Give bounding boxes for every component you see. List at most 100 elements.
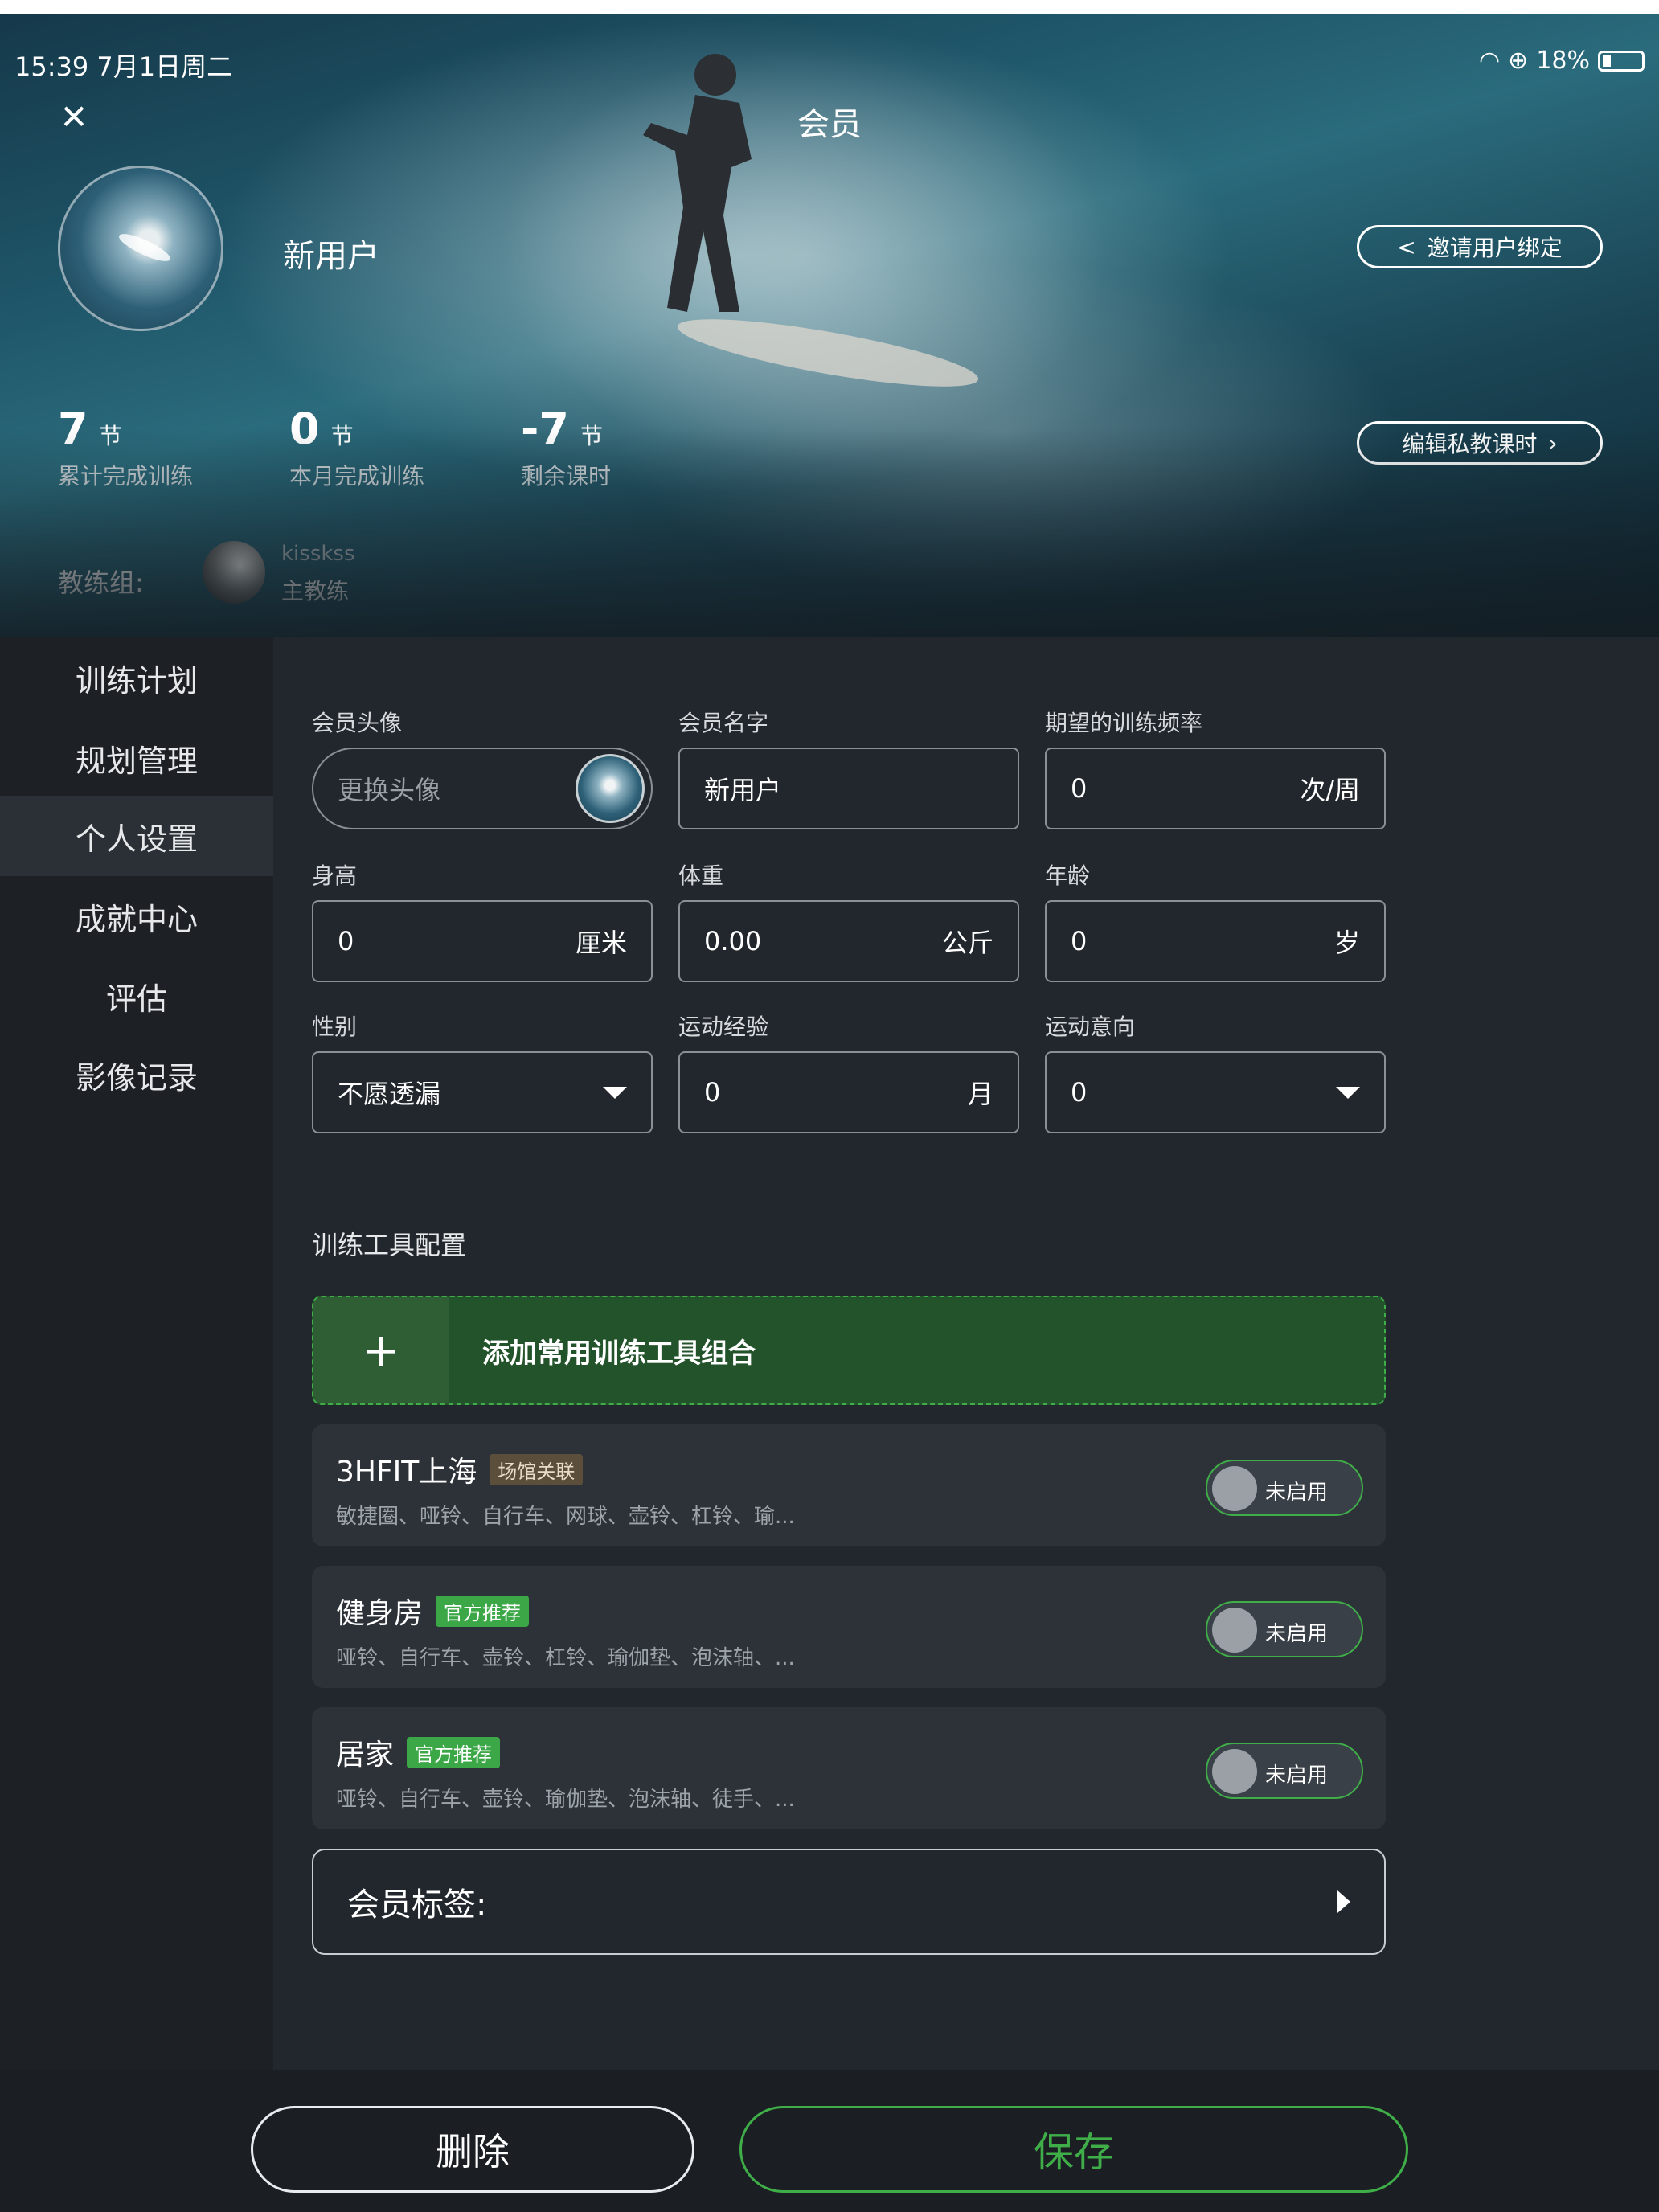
stat-month: 0节 本月完成训练 (289, 403, 424, 491)
change-avatar-text: 更换头像 (338, 775, 441, 805)
gender-select[interactable]: 不愿透漏 (312, 1051, 653, 1133)
stat-label: 累计完成训练 (58, 463, 194, 490)
weight-label: 体重 (678, 862, 724, 889)
frequency-value: 0 (1071, 773, 1088, 804)
page-title: 会员 (797, 106, 862, 143)
plus-icon: + (313, 1297, 449, 1403)
stat-unit: 节 (580, 423, 604, 449)
battery-percent: 18% (1536, 47, 1590, 75)
stat-value: -7 (521, 403, 569, 454)
intention-select[interactable]: 0 (1045, 1051, 1386, 1133)
wifi-icon: ◠ (1478, 47, 1501, 75)
height-value: 0 (338, 926, 354, 956)
chevron-right-icon: › (1548, 429, 1558, 457)
tool-card-title: 健身房 官方推荐 (336, 1590, 530, 1632)
sidebar-item-media[interactable]: 影像记录 (0, 1034, 273, 1115)
coach-avatar[interactable] (203, 541, 265, 604)
venue-badge: 场馆关联 (490, 1453, 584, 1485)
official-badge: 官方推荐 (436, 1595, 530, 1627)
member-tags-label: 会员标签: (347, 1886, 487, 1923)
lock-rotation-icon: ⊕ (1508, 47, 1529, 75)
frequency-label: 期望的训练频率 (1045, 710, 1203, 736)
profile-hero: 15:39 7月1日周二 ◠ ⊕ 18% ✕ 会员 新用户 < 邀请用户绑定 编… (0, 14, 1659, 637)
stat-value: 0 (289, 403, 320, 454)
delete-button[interactable]: 删除 (251, 2106, 694, 2193)
tool-card-title: 居家 官方推荐 (336, 1731, 501, 1773)
tool-card-name: 健身房 (336, 1597, 424, 1630)
member-name-value: 新用户 (704, 775, 782, 805)
surfer-figure (643, 54, 752, 312)
intention-value: 0 (1071, 1077, 1088, 1108)
invite-label: 邀请用户绑定 (1427, 235, 1563, 261)
tools-section-title: 训练工具配置 (312, 1230, 467, 1260)
sidebar-item-personal-settings[interactable]: 个人设置 (0, 796, 273, 876)
coach-group-label: 教练组: (58, 567, 144, 598)
toggle-knob (1212, 1608, 1257, 1653)
stat-total: 7节 累计完成训练 (58, 403, 193, 491)
age-value: 0 (1071, 926, 1088, 956)
share-icon: < (1397, 233, 1416, 260)
edit-label: 编辑私教课时 (1402, 431, 1538, 457)
sidebar-item-training-plan[interactable]: 训练计划 (0, 637, 273, 718)
stat-unit: 节 (99, 423, 122, 449)
tool-toggle[interactable]: 未启用 (1206, 1460, 1363, 1516)
tool-card-title: 3HFIT上海 场馆关联 (336, 1448, 584, 1490)
toggle-knob (1212, 1466, 1257, 1511)
age-field[interactable]: 0 岁 (1045, 900, 1386, 982)
toggle-label: 未启用 (1265, 1481, 1329, 1505)
experience-value: 0 (704, 1077, 721, 1108)
official-badge: 官方推荐 (407, 1736, 501, 1768)
avatar-thumbnail (576, 754, 645, 823)
member-tags-row[interactable]: 会员标签: (312, 1849, 1386, 1955)
status-time: 15:39 7月1日周二 (14, 51, 233, 82)
gender-label: 性别 (312, 1014, 358, 1040)
tool-card-3hfit[interactable]: 3HFIT上海 场馆关联 敏捷圈、哑铃、自行车、网球、壶铃、杠铃、瑜... 未启… (312, 1424, 1386, 1546)
weight-value: 0.00 (704, 926, 762, 956)
stat-remaining: -7 节 剩余课时 (521, 403, 611, 491)
member-name-field[interactable]: 新用户 (678, 748, 1019, 830)
toggle-label: 未启用 (1265, 1622, 1329, 1646)
age-unit: 岁 (1333, 928, 1360, 958)
tool-card-gym[interactable]: 健身房 官方推荐 哑铃、自行车、壶铃、杠铃、瑜伽垫、泡沫轴、... 未启用 (312, 1566, 1386, 1688)
save-button[interactable]: 保存 (739, 2106, 1408, 2193)
sidebar: 训练计划 规划管理 个人设置 成就中心 评估 影像记录 (0, 637, 273, 2070)
sidebar-item-achievements[interactable]: 成就中心 (0, 876, 273, 956)
chevron-down-icon (603, 1086, 627, 1099)
change-avatar-field[interactable]: 更换头像 (312, 748, 653, 830)
status-right: ◠ ⊕ 18% (1479, 47, 1645, 75)
tool-card-desc: 哑铃、自行车、壶铃、瑜伽垫、泡沫轴、徒手、... (336, 1788, 795, 1812)
tool-toggle[interactable]: 未启用 (1206, 1743, 1363, 1799)
name-label: 会员名字 (678, 710, 769, 736)
intention-label: 运动意向 (1045, 1014, 1136, 1040)
invite-user-button[interactable]: < 邀请用户绑定 (1357, 225, 1603, 268)
toggle-label: 未启用 (1265, 1763, 1329, 1788)
tool-card-desc: 敏捷圈、哑铃、自行车、网球、壶铃、杠铃、瑜... (336, 1505, 795, 1529)
sidebar-item-planning[interactable]: 规划管理 (0, 718, 273, 798)
frequency-unit: 次/周 (1300, 775, 1360, 805)
coach-name: kisskss (281, 542, 355, 566)
chevron-down-icon (1336, 1086, 1360, 1099)
battery-icon (1598, 50, 1645, 72)
sidebar-item-assessment[interactable]: 评估 (0, 956, 273, 1036)
weight-field[interactable]: 0.00 公斤 (678, 900, 1019, 982)
gender-value: 不愿透漏 (338, 1079, 441, 1109)
height-field[interactable]: 0 厘米 (312, 900, 653, 982)
tool-toggle[interactable]: 未启用 (1206, 1601, 1363, 1657)
toggle-knob (1212, 1749, 1257, 1794)
experience-field[interactable]: 0 月 (678, 1051, 1019, 1133)
frequency-field[interactable]: 0 次/周 (1045, 748, 1386, 830)
coach-role: 主教练 (281, 578, 350, 604)
experience-label: 运动经验 (678, 1014, 769, 1040)
tool-card-home[interactable]: 居家 官方推荐 哑铃、自行车、壶铃、瑜伽垫、泡沫轴、徒手、... 未启用 (312, 1707, 1386, 1829)
stat-unit: 节 (330, 423, 354, 449)
avatar-label: 会员头像 (312, 710, 403, 736)
stat-label: 剩余课时 (521, 463, 612, 490)
avatar (58, 166, 223, 331)
age-label: 年龄 (1045, 862, 1091, 889)
stat-value: 7 (58, 403, 88, 454)
edit-lessons-button[interactable]: 编辑私教课时 › (1357, 421, 1603, 465)
height-unit: 厘米 (575, 928, 627, 958)
caret-right-icon (1337, 1890, 1350, 1913)
add-tool-combo-button[interactable]: + 添加常用训练工具组合 (312, 1296, 1386, 1405)
weight-unit: 公斤 (941, 928, 993, 958)
